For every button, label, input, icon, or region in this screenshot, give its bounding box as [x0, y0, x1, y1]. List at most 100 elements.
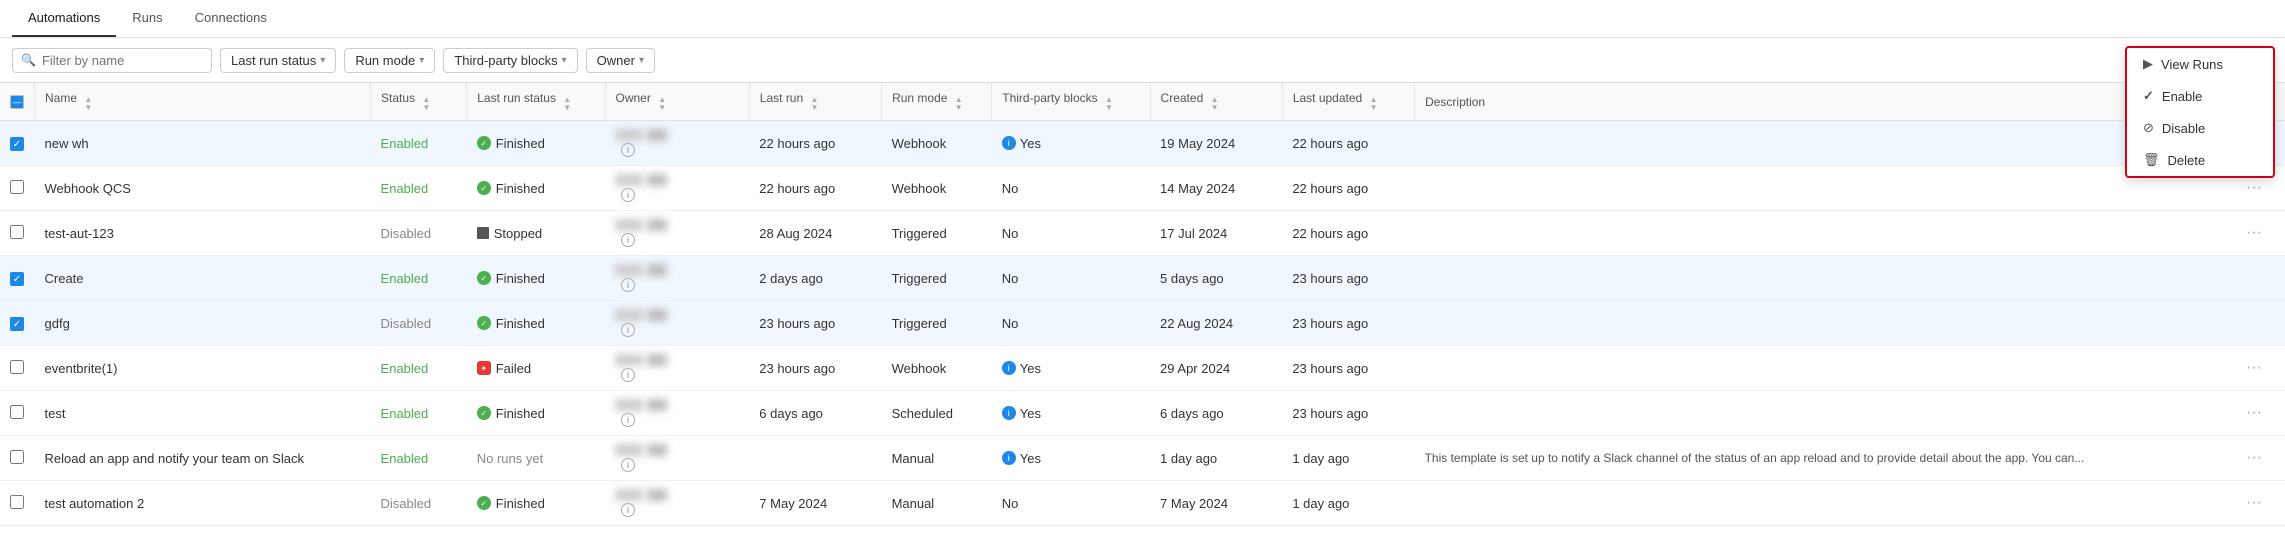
more-button[interactable]: ··· — [2242, 404, 2266, 421]
row-run-mode: Triggered — [882, 301, 992, 346]
sort-icon: ▲▼ — [1370, 96, 1378, 112]
table-row: gdfgDisabled Finishedi23 hours agoTrigge… — [0, 301, 2285, 346]
row-status: Enabled — [371, 166, 467, 211]
info-icon[interactable]: i — [621, 188, 635, 202]
info-icon-blue[interactable]: i — [1002, 451, 1016, 465]
row-checkbox-cell — [0, 301, 35, 346]
tab-automations[interactable]: Automations — [12, 0, 116, 37]
more-button[interactable]: ··· — [2242, 224, 2266, 241]
chevron-down-icon: ▾ — [419, 55, 424, 66]
col-header-owner[interactable]: Owner ▲▼ — [605, 83, 749, 121]
toolbar: 🔍 Last run status ▾ Run mode ▾ Third-par… — [0, 38, 2285, 83]
checkbox[interactable] — [10, 272, 24, 286]
row-last-run-status: Finished — [467, 481, 605, 526]
row-name[interactable]: Webhook QCS — [35, 166, 371, 211]
info-icon[interactable]: i — [621, 368, 635, 382]
row-last-updated: 23 hours ago — [1282, 391, 1414, 436]
last-run-status-filter[interactable]: Last run status ▾ — [220, 48, 336, 73]
col-header-thirdparty[interactable]: Third-party blocks ▲▼ — [992, 83, 1150, 121]
row-name[interactable]: gdfg — [35, 301, 371, 346]
info-icon[interactable]: i — [621, 233, 635, 247]
more-button[interactable]: ··· — [2242, 494, 2266, 511]
info-icon[interactable]: i — [621, 458, 635, 472]
owner-avatar — [615, 219, 739, 231]
col-header-created[interactable]: Created ▲▼ — [1150, 83, 1282, 121]
row-run-mode: Manual — [882, 436, 992, 481]
dropdown-item-disable[interactable]: ⊘ Disable — [2127, 112, 2273, 144]
checkbox[interactable] — [10, 317, 24, 331]
tab-runs[interactable]: Runs — [116, 0, 178, 37]
col-header-lastrunstatus[interactable]: Last run status ▲▼ — [467, 83, 605, 121]
row-run-mode: Triggered — [882, 211, 992, 256]
info-icon[interactable]: i — [621, 143, 635, 157]
row-last-run: 23 hours ago — [749, 346, 881, 391]
row-last-run-status: Finished — [467, 166, 605, 211]
col-header-lastrun[interactable]: Last run ▲▼ — [749, 83, 881, 121]
row-created: 29 Apr 2024 — [1150, 346, 1282, 391]
checkbox[interactable] — [10, 225, 24, 239]
row-owner: i — [605, 211, 749, 256]
row-more-actions: ··· — [2232, 436, 2285, 481]
row-name[interactable]: eventbrite(1) — [35, 346, 371, 391]
table-container: — Name ▲▼ Status ▲▼ Last run status ▲▼ O… — [0, 83, 2285, 526]
info-icon[interactable]: i — [621, 323, 635, 337]
disable-icon: ⊘ — [2143, 120, 2154, 136]
info-icon[interactable]: i — [621, 503, 635, 517]
sort-icon: ▲▼ — [658, 96, 666, 112]
success-icon — [477, 136, 491, 150]
row-description — [1415, 256, 2232, 301]
row-last-run: 6 days ago — [749, 391, 881, 436]
tab-connections[interactable]: Connections — [179, 0, 283, 37]
row-name[interactable]: Create — [35, 256, 371, 301]
run-mode-filter[interactable]: Run mode ▾ — [344, 48, 435, 73]
dropdown-item-view-runs[interactable]: ▶ View Runs — [2127, 48, 2273, 80]
row-third-party: No — [992, 256, 1150, 301]
col-header-lastupdated[interactable]: Last updated ▲▼ — [1282, 83, 1414, 121]
info-icon-blue[interactable]: i — [1002, 361, 1016, 375]
row-name[interactable]: new wh — [35, 121, 371, 166]
row-third-party: No — [992, 166, 1150, 211]
search-input[interactable] — [42, 53, 203, 68]
row-name[interactable]: Reload an app and notify your team on Sl… — [35, 436, 371, 481]
dropdown-item-enable[interactable]: ✓ Enable — [2127, 80, 2273, 112]
third-party-blocks-filter[interactable]: Third-party blocks ▾ — [443, 48, 577, 73]
dropdown-item-delete[interactable]: 🗑 Delete — [2127, 144, 2273, 176]
row-run-mode: Webhook — [882, 166, 992, 211]
info-icon[interactable]: i — [621, 278, 635, 292]
chevron-down-icon: ▾ — [639, 55, 644, 66]
checkbox[interactable] — [10, 450, 24, 464]
more-button[interactable]: ··· — [2242, 179, 2266, 196]
checkbox[interactable] — [10, 405, 24, 419]
col-header-runmode[interactable]: Run mode ▲▼ — [882, 83, 992, 121]
row-last-updated: 22 hours ago — [1282, 166, 1414, 211]
row-more-actions: ··· — [2232, 346, 2285, 391]
checkbox[interactable] — [10, 137, 24, 151]
more-button[interactable]: ··· — [2242, 359, 2266, 376]
row-last-run: 7 May 2024 — [749, 481, 881, 526]
row-description — [1415, 211, 2232, 256]
row-name[interactable]: test — [35, 391, 371, 436]
trash-icon: 🗑 — [2143, 152, 2160, 168]
more-button[interactable]: ··· — [2242, 449, 2266, 466]
tabs-container: Automations Runs Connections — [0, 0, 2285, 38]
search-box[interactable]: 🔍 — [12, 48, 212, 73]
info-icon[interactable]: i — [621, 413, 635, 427]
row-name[interactable]: test automation 2 — [35, 481, 371, 526]
info-icon-blue[interactable]: i — [1002, 406, 1016, 420]
row-created: 7 May 2024 — [1150, 481, 1282, 526]
col-header-name[interactable]: Name ▲▼ — [35, 83, 371, 121]
success-icon — [477, 181, 491, 195]
chevron-down-icon: ▾ — [320, 55, 325, 66]
sort-icon: ▲▼ — [1105, 96, 1113, 112]
checkbox[interactable] — [10, 360, 24, 374]
row-description — [1415, 166, 2232, 211]
info-icon-blue[interactable]: i — [1002, 136, 1016, 150]
success-icon — [477, 271, 491, 285]
owner-avatar — [615, 309, 739, 321]
row-name[interactable]: test-aut-123 — [35, 211, 371, 256]
checkbox[interactable] — [10, 180, 24, 194]
checkbox[interactable] — [10, 495, 24, 509]
row-status: Enabled — [371, 256, 467, 301]
col-header-status[interactable]: Status ▲▼ — [371, 83, 467, 121]
owner-filter[interactable]: Owner ▾ — [586, 48, 655, 73]
